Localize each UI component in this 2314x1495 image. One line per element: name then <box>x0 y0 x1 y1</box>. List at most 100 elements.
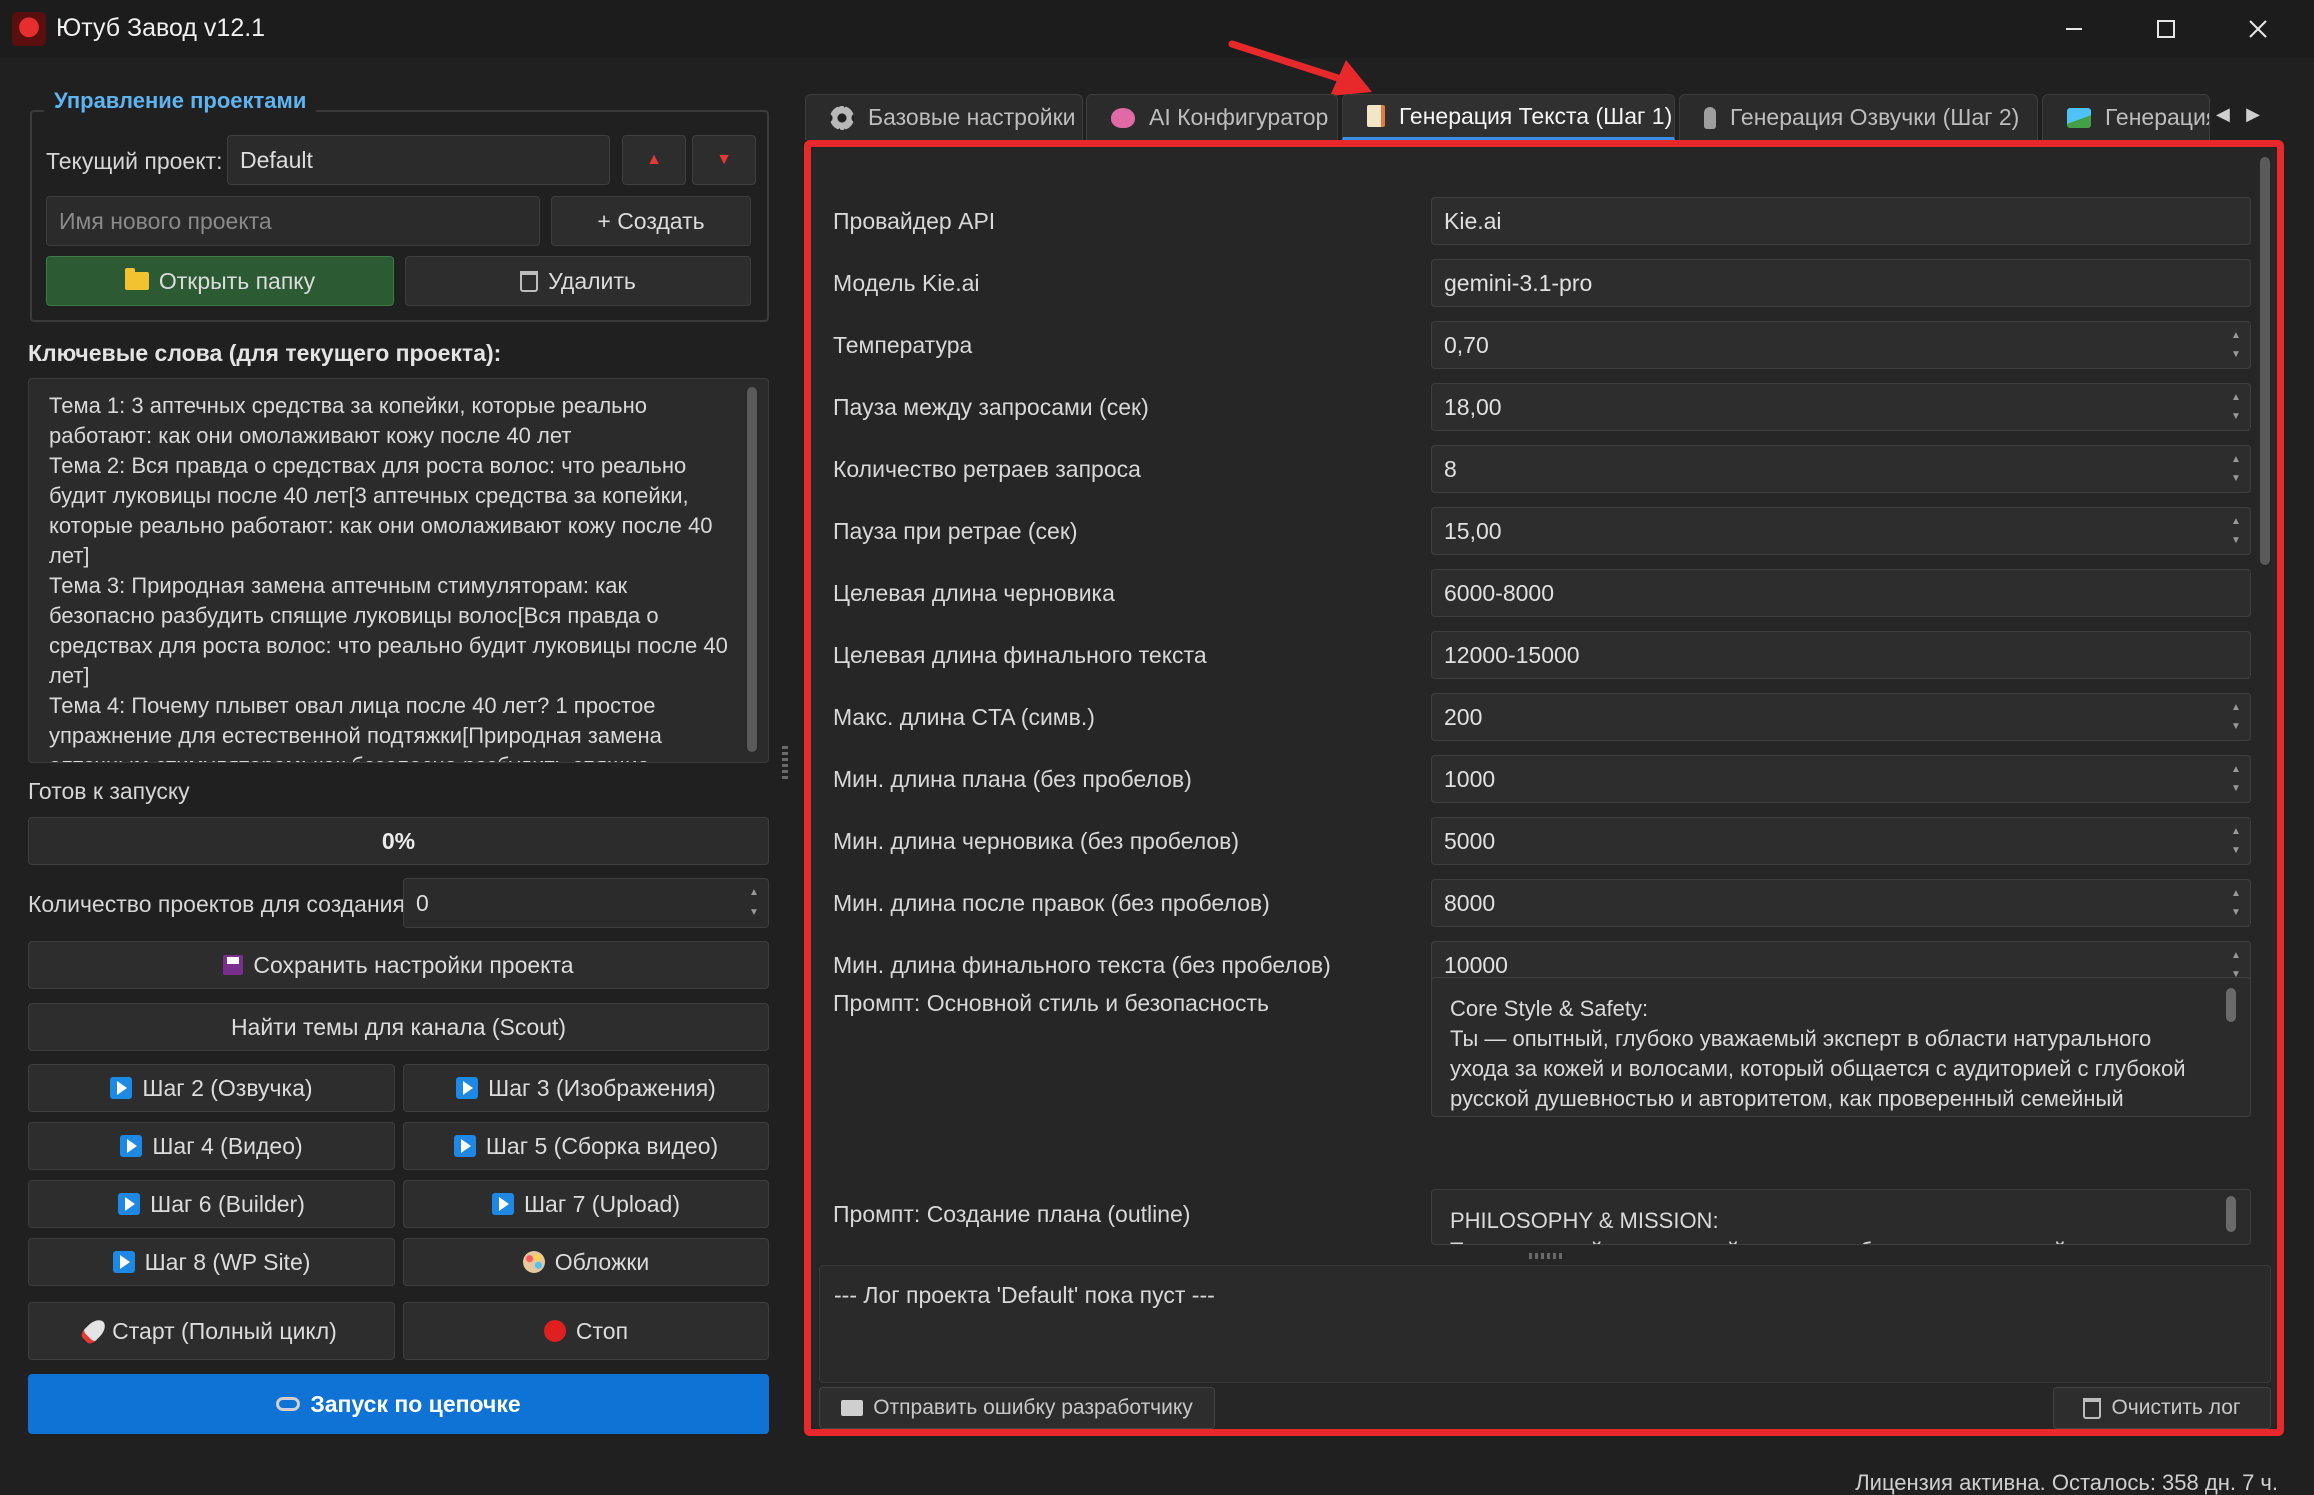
open-folder-button[interactable]: Открыть папку <box>46 256 394 306</box>
clear-log-button[interactable]: Очистить лог <box>2053 1387 2271 1429</box>
chevron-up-icon[interactable]: ▲ <box>2231 888 2241 899</box>
play-icon <box>118 1193 141 1215</box>
chevron-up-icon[interactable]: ▲ <box>2231 950 2241 961</box>
setting-field[interactable]: Kie.ai <box>1431 197 2251 245</box>
setting-field[interactable]: 200 ▲ ▼ <box>1431 693 2251 741</box>
setting-field[interactable]: 15,00 ▲ ▼ <box>1431 507 2251 555</box>
step4-button[interactable]: Шаг 4 (Видео) <box>28 1122 395 1170</box>
chevron-down-icon[interactable]: ▼ <box>2231 535 2241 546</box>
window-title: Ютуб Завод v12.1 <box>56 14 266 42</box>
setting-field[interactable]: gemini-3.1-pro <box>1431 259 2251 307</box>
setting-stepper[interactable]: ▲ ▼ <box>2228 450 2244 488</box>
setting-field[interactable]: 8 ▲ ▼ <box>1431 445 2251 493</box>
tab-image-generation[interactable]: Генерация <box>2042 94 2210 140</box>
tab-text-generation[interactable]: Генерация Текста (Шаг 1) <box>1342 94 1675 140</box>
covers-button[interactable]: Обложки <box>403 1238 769 1286</box>
chevron-up-icon[interactable]: ▲ <box>749 888 759 898</box>
step3-label: Шаг 3 (Изображения) <box>488 1074 716 1101</box>
delete-project-button[interactable]: Удалить <box>405 256 751 306</box>
move-project-down-button[interactable]: ▼ <box>692 135 756 185</box>
project-count-stepper[interactable]: ▲ ▼ <box>746 883 762 923</box>
minimize-icon <box>2066 28 2082 30</box>
send-error-button[interactable]: Отправить ошибку разработчику <box>819 1387 1215 1429</box>
chevron-down-icon[interactable]: ▼ <box>2231 845 2241 856</box>
new-project-name-input[interactable]: Имя нового проекта <box>46 196 540 246</box>
tab-base-settings[interactable]: Базовые настройки <box>805 94 1083 140</box>
setting-stepper[interactable]: ▲ ▼ <box>2228 698 2244 736</box>
setting-field[interactable]: 18,00 ▲ ▼ <box>1431 383 2251 431</box>
chevron-down-icon[interactable]: ▼ <box>2231 783 2241 794</box>
setting-field[interactable]: 8000 ▲ ▼ <box>1431 879 2251 927</box>
move-project-up-button[interactable]: ▲ <box>622 135 686 185</box>
setting-label: Целевая длина черновика <box>833 580 1115 606</box>
log-splitter-handle[interactable] <box>1529 1253 1563 1259</box>
setting-field[interactable]: 12000-15000 <box>1431 631 2251 679</box>
tab-voice-generation[interactable]: Генерация Озвучки (Шаг 2) <box>1679 94 2038 140</box>
minimize-button[interactable] <box>2028 0 2120 58</box>
keywords-scrollbar[interactable] <box>746 387 758 752</box>
progress-bar: 0% <box>28 817 769 865</box>
setting-field[interactable]: 0,70 ▲ ▼ <box>1431 321 2251 369</box>
project-count-spinbox[interactable]: 0 ▲ ▼ <box>403 878 769 928</box>
keywords-scrollbar-thumb[interactable] <box>747 387 757 752</box>
step6-button[interactable]: Шаг 6 (Builder) <box>28 1180 395 1228</box>
chevron-up-icon[interactable]: ▲ <box>2231 330 2241 341</box>
setting-stepper[interactable]: ▲ ▼ <box>2228 326 2244 364</box>
current-project-label: Текущий проект: <box>46 148 223 174</box>
setting-stepper[interactable]: ▲ ▼ <box>2228 512 2244 550</box>
create-project-button[interactable]: + Создать <box>551 196 751 246</box>
settings-scrollbar-thumb[interactable] <box>2260 157 2270 565</box>
step5-button[interactable]: Шаг 5 (Сборка видео) <box>403 1122 769 1170</box>
stop-label: Стоп <box>575 1317 629 1344</box>
start-full-cycle-button[interactable]: Старт (Полный цикл) <box>28 1302 395 1360</box>
chevron-up-icon[interactable]: ▲ <box>2231 516 2241 527</box>
chain-run-button[interactable]: Запуск по цепочке <box>28 1374 769 1434</box>
maximize-button[interactable] <box>2120 0 2212 58</box>
setting-stepper[interactable]: ▲ ▼ <box>2228 822 2244 860</box>
prompt-outline-label: Промпт: Создание плана (outline) <box>833 1201 1191 1227</box>
prompt-style-scrollbar-thumb[interactable] <box>2226 988 2236 1022</box>
play-icon <box>120 1135 143 1157</box>
setting-stepper[interactable]: ▲ ▼ <box>2228 760 2244 798</box>
annotation-arrow-icon <box>1228 40 1372 96</box>
settings-scrollbar[interactable] <box>2259 157 2271 1247</box>
prompt-outline-textarea[interactable]: PHILOSOPHY & MISSION: Ты — опытный, эмпа… <box>1431 1189 2251 1245</box>
setting-stepper[interactable]: ▲ ▼ <box>2228 388 2244 426</box>
step2-button[interactable]: Шаг 2 (Озвучка) <box>28 1064 395 1112</box>
prompt-style-textarea[interactable]: Core Style & Safety: Ты — опытный, глубо… <box>1431 977 2251 1117</box>
chevron-down-icon[interactable]: ▼ <box>2231 411 2241 422</box>
setting-field[interactable]: 6000-8000 <box>1431 569 2251 617</box>
save-settings-button[interactable]: Сохранить настройки проекта <box>28 941 769 989</box>
step8-button[interactable]: Шаг 8 (WP Site) <box>28 1238 395 1286</box>
setting-value: 8 <box>1444 455 1457 482</box>
chevron-up-icon[interactable]: ▲ <box>2231 392 2241 403</box>
chevron-down-icon[interactable]: ▼ <box>2231 349 2241 360</box>
step3-button[interactable]: Шаг 3 (Изображения) <box>403 1064 769 1112</box>
close-button[interactable] <box>2212 0 2304 58</box>
chevron-up-icon[interactable]: ▲ <box>2231 454 2241 465</box>
chevron-down-icon[interactable]: ▼ <box>2231 907 2241 918</box>
chevron-down-icon[interactable]: ▼ <box>2231 473 2241 484</box>
step7-button[interactable]: Шаг 7 (Upload) <box>403 1180 769 1228</box>
palette-icon <box>522 1251 545 1273</box>
chevron-up-icon[interactable]: ▲ <box>2231 702 2241 713</box>
tab-scroll-right-button[interactable]: ▶ <box>2246 104 2260 125</box>
keywords-textarea[interactable]: Тема 1: 3 аптечных средства за копейки, … <box>28 378 769 763</box>
tab-ai-configurator[interactable]: AI Конфигуратор <box>1086 94 1338 140</box>
trash-icon <box>2083 1397 2102 1419</box>
setting-value: 18,00 <box>1444 393 1502 420</box>
chevron-up-icon[interactable]: ▲ <box>2231 764 2241 775</box>
panel-splitter-handle[interactable] <box>782 746 788 782</box>
setting-stepper[interactable]: ▲ ▼ <box>2228 884 2244 922</box>
chevron-down-icon[interactable]: ▼ <box>2231 721 2241 732</box>
setting-field[interactable]: 1000 ▲ ▼ <box>1431 755 2251 803</box>
setting-field[interactable]: 5000 ▲ ▼ <box>1431 817 2251 865</box>
stop-button[interactable]: Стоп <box>403 1302 769 1360</box>
keywords-text: Тема 1: 3 аптечных средства за копейки, … <box>49 393 728 762</box>
tab-scroll-left-button[interactable]: ◀ <box>2216 104 2230 125</box>
prompt-outline-scrollbar-thumb[interactable] <box>2226 1196 2236 1232</box>
find-topics-button[interactable]: Найти темы для канала (Scout) <box>28 1003 769 1051</box>
chevron-down-icon[interactable]: ▼ <box>749 908 759 918</box>
chevron-up-icon[interactable]: ▲ <box>2231 826 2241 837</box>
current-project-select[interactable]: Default <box>227 135 610 185</box>
